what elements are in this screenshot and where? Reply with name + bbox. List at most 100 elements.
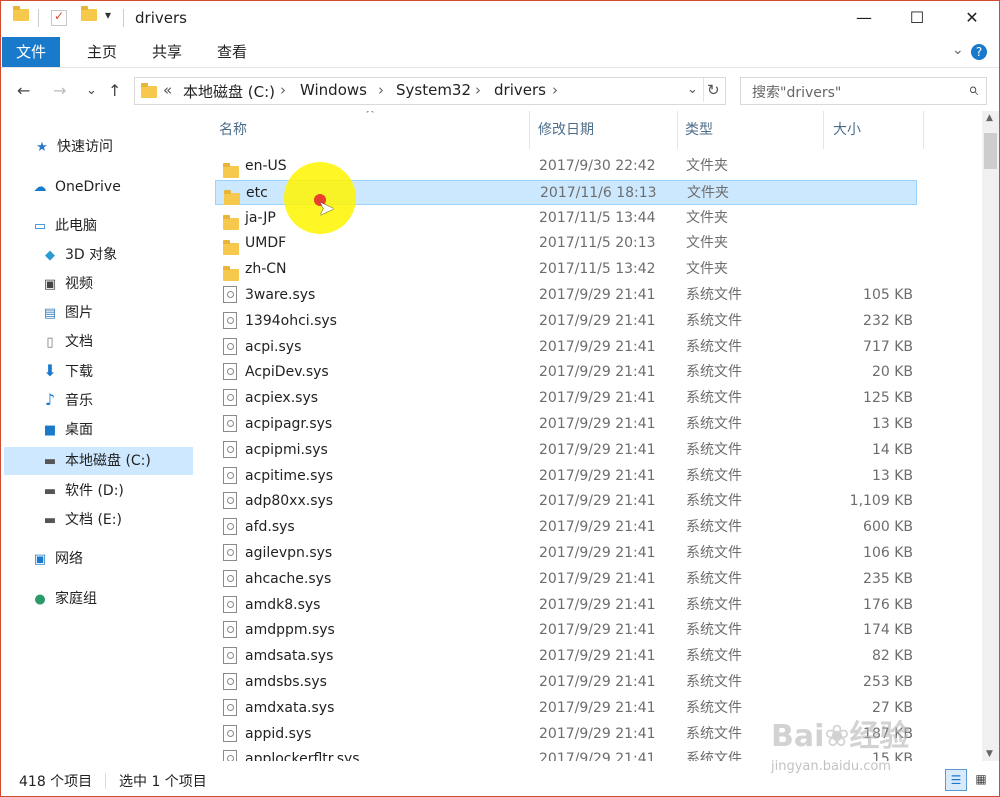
star-icon: ★ xyxy=(36,140,48,155)
nav-homegroup[interactable]: ● 家庭组 xyxy=(31,585,97,613)
file-size: 82 KB xyxy=(871,648,913,665)
file-size: 717 KB xyxy=(863,338,913,355)
up-button[interactable]: ↑ xyxy=(108,81,121,100)
table-row[interactable]: afd.sys 2017/9/29 21:41 系统文件 600 KB xyxy=(215,515,917,540)
file-date: 2017/9/29 21:41 xyxy=(539,751,656,761)
file-date: 2017/11/5 13:44 xyxy=(539,209,656,226)
breadcrumb-system32[interactable]: System32 xyxy=(396,81,471,99)
address-bar[interactable]: « 本地磁盘 (C:) › Windows › System32 › drive… xyxy=(134,77,726,105)
tab-share[interactable]: 共享 xyxy=(146,37,188,67)
file-date: 2017/9/29 21:41 xyxy=(539,648,656,665)
nav-pictures[interactable]: ▤ 图片 xyxy=(41,299,93,327)
nav-drive-e[interactable]: ▬ 文档 (E:) xyxy=(41,506,122,534)
table-row[interactable]: acpipmi.sys 2017/9/29 21:41 系统文件 14 KB xyxy=(215,438,917,463)
nav-quick-access[interactable]: ★ 快速访问 xyxy=(33,133,113,161)
file-date: 2017/9/29 21:41 xyxy=(539,390,656,407)
search-icon[interactable]: ⌕ xyxy=(968,79,978,100)
scroll-up-icon[interactable]: ▲ xyxy=(986,113,993,123)
nav-music[interactable]: ♪ 音乐 xyxy=(41,386,93,414)
breadcrumb-separator[interactable]: › xyxy=(280,81,286,99)
breadcrumb-overflow[interactable]: « xyxy=(163,81,172,99)
nav-3d-objects[interactable]: ◆ 3D 对象 xyxy=(41,241,117,269)
nav-label: 此电脑 xyxy=(55,218,97,234)
table-row[interactable]: 1394ohci.sys 2017/9/29 21:41 系统文件 232 KB xyxy=(215,309,917,334)
column-header-size[interactable]: 大小 xyxy=(833,111,861,149)
nav-downloads[interactable]: ⬇ 下载 xyxy=(41,357,93,385)
column-header-name[interactable]: 名称 xyxy=(219,111,247,149)
image-icon: ▤ xyxy=(43,306,57,321)
expand-ribbon-icon[interactable]: ⌄ xyxy=(952,42,964,58)
selection-count: 选中 1 个项目 xyxy=(119,774,207,790)
tab-view[interactable]: 查看 xyxy=(211,37,253,67)
window-title: drivers xyxy=(135,9,187,27)
help-icon[interactable]: ? xyxy=(971,44,987,60)
table-row[interactable]: UMDF 2017/11/5 20:13 文件夹 xyxy=(215,231,917,256)
nav-documents[interactable]: ▯ 文档 xyxy=(41,328,93,356)
homegroup-icon: ● xyxy=(34,592,46,607)
table-row[interactable]: adp80xx.sys 2017/9/29 21:41 系统文件 1,109 KB xyxy=(215,489,917,514)
tab-file[interactable]: 文件 xyxy=(2,37,60,67)
table-row[interactable]: ahcache.sys 2017/9/29 21:41 系统文件 235 KB xyxy=(215,567,917,592)
nav-this-pc[interactable]: ▭ 此电脑 xyxy=(31,212,97,240)
breadcrumb-drivers[interactable]: drivers xyxy=(494,81,546,99)
file-name: UMDF xyxy=(245,235,287,252)
column-header-type[interactable]: 类型 xyxy=(685,111,713,149)
file-type: 系统文件 xyxy=(686,751,742,761)
table-row[interactable]: amdk8.sys 2017/9/29 21:41 系统文件 176 KB xyxy=(215,593,917,618)
table-row[interactable]: 3ware.sys 2017/9/29 21:41 系统文件 105 KB xyxy=(215,283,917,308)
table-row[interactable]: acpi.sys 2017/9/29 21:41 系统文件 717 KB xyxy=(215,335,917,360)
search-input[interactable]: 搜索"drivers" xyxy=(752,82,841,102)
table-row[interactable]: acpipagr.sys 2017/9/29 21:41 系统文件 13 KB xyxy=(215,412,917,437)
nav-videos[interactable]: ▣ 视频 xyxy=(41,270,93,298)
nav-drive-d[interactable]: ▬ 软件 (D:) xyxy=(41,477,124,505)
breadcrumb-drive-c[interactable]: 本地磁盘 (C:) xyxy=(183,81,275,102)
back-button[interactable]: ← xyxy=(17,81,30,100)
address-history-dropdown[interactable]: ⌄ xyxy=(687,82,698,97)
file-type: 文件夹 xyxy=(687,184,729,201)
file-name: acpitime.sys xyxy=(245,467,334,484)
table-row[interactable]: agilevpn.sys 2017/9/29 21:41 系统文件 106 KB xyxy=(215,541,917,566)
navigation-pane: ★ 快速访问 ☁ OneDrive ▭ 此电脑 ◆ 3D 对象 ▣ 视频 ▤ 图片 ▯ 文档 … xyxy=(1,111,196,761)
file-name: applockerfltr.sys xyxy=(245,751,360,761)
vertical-scrollbar[interactable]: ▲ ▼ xyxy=(982,111,999,761)
nav-onedrive[interactable]: ☁ OneDrive xyxy=(31,173,121,201)
table-row[interactable]: acpitime.sys 2017/9/29 21:41 系统文件 13 KB xyxy=(215,464,917,489)
forward-button[interactable]: → xyxy=(53,81,66,100)
file-type: 系统文件 xyxy=(686,519,742,536)
minimize-button[interactable]: — xyxy=(841,1,887,35)
nav-network[interactable]: ▣ 网络 xyxy=(31,545,83,573)
nav-desktop[interactable]: ■ 桌面 xyxy=(41,416,93,444)
maximize-button[interactable]: ☐ xyxy=(894,1,940,35)
table-row[interactable]: amdsata.sys 2017/9/29 21:41 系统文件 82 KB xyxy=(215,644,917,669)
table-row[interactable]: AcpiDev.sys 2017/9/29 21:41 系统文件 20 KB xyxy=(215,360,917,385)
file-name: adp80xx.sys xyxy=(245,493,334,510)
nav-local-disk-c[interactable]: ▬ 本地磁盘 (C:) xyxy=(4,447,193,475)
close-button[interactable]: ✕ xyxy=(949,1,995,35)
refresh-button[interactable]: ↻ xyxy=(707,81,720,99)
file-name: amdk8.sys xyxy=(245,596,321,613)
table-row[interactable]: acpiex.sys 2017/9/29 21:41 系统文件 125 KB xyxy=(215,386,917,411)
file-size: 13 KB xyxy=(871,467,913,484)
table-row[interactable]: amdppm.sys 2017/9/29 21:41 系统文件 174 KB xyxy=(215,618,917,643)
file-type: 文件夹 xyxy=(686,261,728,278)
new-folder-icon[interactable] xyxy=(81,6,99,27)
breadcrumb-separator[interactable]: › xyxy=(552,81,558,99)
details-view-icon[interactable]: ☰ xyxy=(945,769,967,791)
search-box[interactable]: 搜索"drivers" ⌕ xyxy=(740,77,987,105)
properties-icon[interactable]: ✓ xyxy=(51,9,67,26)
scrollbar-thumb[interactable] xyxy=(984,133,997,169)
tab-home[interactable]: 主页 xyxy=(81,37,123,67)
customize-toolbar-icon[interactable]: ▾ xyxy=(105,8,111,22)
table-row[interactable]: zh-CN 2017/11/5 13:42 文件夹 xyxy=(215,257,917,282)
ribbon-tabs: 文件 主页 共享 查看 ⌄ ? xyxy=(1,37,999,68)
scroll-down-icon[interactable]: ▼ xyxy=(986,749,993,759)
breadcrumb-separator[interactable]: › xyxy=(475,81,481,99)
nav-label: 音乐 xyxy=(65,393,93,409)
table-row[interactable]: amdsbs.sys 2017/9/29 21:41 系统文件 253 KB xyxy=(215,670,917,695)
recent-locations-button[interactable]: ⌄ xyxy=(86,83,97,98)
nav-label: 网络 xyxy=(55,551,83,567)
breadcrumb-windows[interactable]: Windows xyxy=(300,81,367,99)
breadcrumb-separator[interactable]: › xyxy=(378,81,384,99)
large-icons-view-icon[interactable]: ▦ xyxy=(971,769,991,789)
column-header-date[interactable]: 修改日期 xyxy=(538,111,594,149)
